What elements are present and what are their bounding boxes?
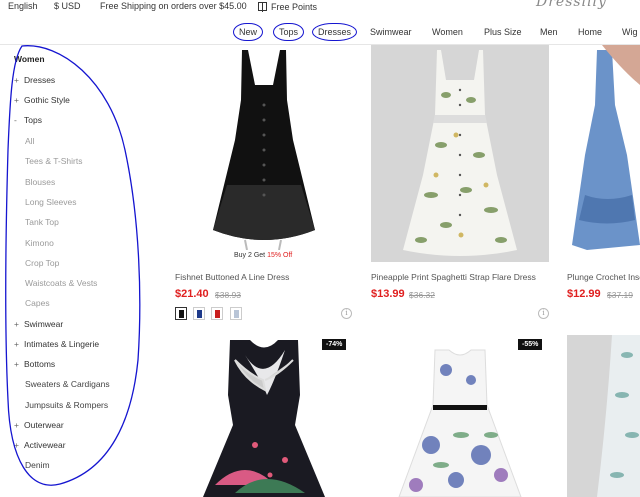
expand-icon: + [14, 319, 19, 329]
dress-image [403, 50, 517, 256]
nav-wig[interactable]: Wig [622, 27, 638, 37]
shipping-notice: Free Shipping on orders over $45.00 [100, 1, 247, 11]
sidebar-item-sweaters[interactable]: Sweaters & Cardigans [25, 379, 110, 389]
product-name-3[interactable]: Plunge Crochet Inse [567, 272, 640, 282]
currency-selector[interactable]: $ USD [54, 1, 81, 11]
nav-women[interactable]: Women [432, 27, 463, 37]
gift-icon [258, 2, 267, 12]
sidebar-item-gothic-style[interactable]: + Gothic Style [14, 95, 70, 105]
nav-new[interactable]: New [233, 23, 264, 41]
dress-image [203, 340, 325, 497]
product-original-price-3: $37.19 [607, 290, 633, 300]
sidebar-sub-all[interactable]: All [25, 136, 34, 146]
dress-image [213, 50, 315, 250]
dress-image [398, 349, 522, 497]
expand-icon: + [14, 75, 19, 85]
collapse-icon: - [14, 115, 17, 125]
promo-label: Buy 2 Get [234, 252, 268, 259]
sidebar-item-denim[interactable]: Denim [25, 460, 50, 470]
swatch-blue[interactable] [193, 307, 205, 320]
product-price-1: $21.40 [175, 288, 209, 300]
sidebar-sub-tank-top[interactable]: Tank Top [25, 217, 59, 227]
sidebar-label: Gothic Style [24, 95, 70, 105]
dress-image [572, 45, 640, 250]
expand-icon: + [14, 440, 19, 450]
expand-icon: + [14, 339, 19, 349]
free-points-link[interactable]: Free Points [258, 1, 317, 12]
sidebar-sub-crop-top[interactable]: Crop Top [25, 258, 59, 268]
sidebar-label: Swimwear [24, 319, 64, 329]
info-icon[interactable]: i [538, 308, 549, 319]
nav-tops[interactable]: Tops [273, 23, 305, 41]
sidebar-item-activewear[interactable]: + Activewear [14, 440, 66, 450]
nav-swimwear[interactable]: Swimwear [370, 27, 412, 37]
sidebar-title: Women [14, 54, 45, 64]
product-original-price-1: $38.93 [215, 290, 241, 300]
sidebar-item-swimwear[interactable]: + Swimwear [14, 319, 63, 329]
discount-badge: -55% [518, 339, 543, 350]
top-bar: English $ USD Free Shipping on orders ov… [0, 0, 640, 14]
sidebar-sub-waistcoats[interactable]: Waistcoats & Vests [25, 278, 97, 288]
swatch-black[interactable] [175, 307, 187, 320]
product-image-4[interactable] [175, 335, 353, 497]
promo-discount: 15% Off [267, 252, 293, 259]
sidebar-label: Intimates & Lingerie [24, 339, 100, 349]
site-logo[interactable]: Dresslily [536, 0, 607, 10]
dress-image [597, 335, 640, 497]
sidebar-sub-tees[interactable]: Tees & T-Shirts [25, 156, 82, 166]
product-image-6[interactable] [567, 335, 640, 497]
category-sidebar: Women + Dresses + Gothic Style - Tops All T… [0, 48, 150, 497]
discount-badge: -74% [322, 339, 347, 350]
expand-icon: + [14, 359, 19, 369]
info-icon[interactable]: i [341, 308, 352, 319]
product-image-2[interactable] [371, 45, 549, 262]
product-original-price-2: $36.32 [409, 290, 435, 300]
swatch-grey[interactable] [230, 307, 242, 320]
sidebar-label: Tops [24, 115, 42, 125]
sidebar-item-outerwear[interactable]: + Outerwear [14, 420, 64, 430]
sidebar-item-jumpsuits[interactable]: Jumpsuits & Rompers [25, 400, 108, 410]
expand-icon: + [14, 95, 19, 105]
expand-icon: + [14, 420, 19, 430]
sidebar-item-dresses[interactable]: + Dresses [14, 75, 55, 85]
nav-men[interactable]: Men [540, 27, 558, 37]
language-selector[interactable]: English [8, 1, 38, 11]
product-price-2: $13.99 [371, 288, 405, 300]
sidebar-label: Activewear [24, 440, 66, 450]
product-image-3[interactable] [567, 45, 640, 250]
nav-plus-size[interactable]: Plus Size [484, 27, 522, 37]
product-name-2[interactable]: Pineapple Print Spaghetti Strap Flare Dr… [371, 272, 536, 282]
promo-text: Buy 2 Get 15% Off [234, 252, 292, 259]
product-image-5[interactable] [371, 335, 549, 497]
product-name-1[interactable]: Fishnet Buttoned A Line Dress [175, 272, 289, 282]
free-points-label: Free Points [271, 2, 318, 12]
nav-home[interactable]: Home [578, 27, 602, 37]
sidebar-item-intimates[interactable]: + Intimates & Lingerie [14, 339, 99, 349]
sidebar-item-tops[interactable]: - Tops [14, 115, 42, 125]
swatch-red[interactable] [211, 307, 223, 320]
product-image-1[interactable] [175, 45, 353, 250]
sidebar-label: Dresses [24, 75, 56, 85]
nav-dresses[interactable]: Dresses [312, 23, 358, 41]
sidebar-item-bottoms[interactable]: + Bottoms [14, 359, 55, 369]
sidebar-label: Bottoms [24, 359, 56, 369]
main-nav: New Tops Dresses Swimwear Women Plus Siz… [0, 23, 640, 42]
sidebar-sub-capes[interactable]: Capes [25, 298, 50, 308]
product-price-3: $12.99 [567, 288, 601, 300]
sidebar-sub-long-sleeves[interactable]: Long Sleeves [25, 197, 77, 207]
sidebar-sub-kimono[interactable]: Kimono [25, 238, 54, 248]
sidebar-sub-blouses[interactable]: Blouses [25, 177, 55, 187]
sidebar-label: Outerwear [24, 420, 64, 430]
